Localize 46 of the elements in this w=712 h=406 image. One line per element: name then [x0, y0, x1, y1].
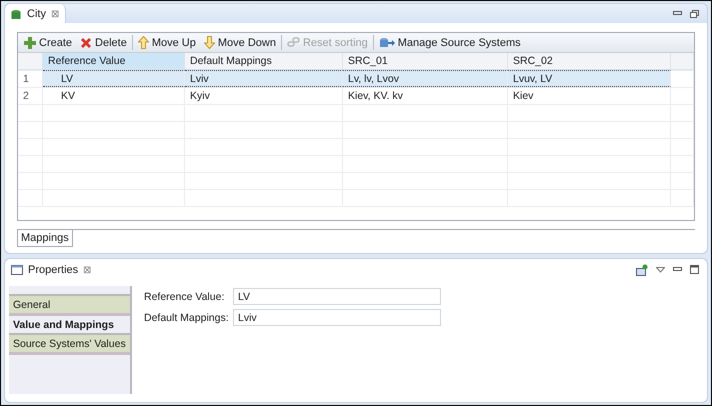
maximize-icon[interactable]	[690, 265, 699, 274]
dropdown-icon[interactable]	[656, 266, 665, 272]
tab-label[interactable]: City	[27, 8, 46, 20]
tab-label[interactable]: Properties	[28, 264, 78, 276]
header-corner	[18, 53, 43, 70]
header-filler	[671, 53, 694, 70]
table-cell: Kiev, KV. kv	[343, 87, 508, 104]
field-label: Reference Value:	[144, 290, 226, 304]
arrow-up-icon	[138, 36, 149, 49]
table-cell: Lvuv, LV	[508, 70, 671, 87]
table-cell: Lv, lv, Lvov	[343, 70, 508, 87]
plus-icon	[24, 36, 36, 48]
link-icon	[286, 36, 300, 49]
column-header[interactable]: Reference Value	[43, 53, 185, 70]
pin-icon[interactable]	[636, 264, 648, 276]
toolbar-button[interactable]: Delete	[77, 36, 130, 48]
table-cell: Lviv	[185, 70, 343, 87]
database-icon	[378, 36, 395, 48]
delete-icon	[80, 36, 92, 48]
table-cell: KV	[43, 87, 185, 104]
section-tab[interactable]: General	[9, 294, 130, 316]
arrow-down-icon	[204, 36, 215, 49]
minimize-icon[interactable]	[673, 11, 682, 16]
toolbar-button[interactable]: Move Up	[134, 36, 199, 49]
toolbar-button[interactable]: Move Down	[200, 36, 279, 49]
close-icon[interactable]: ⊠	[83, 264, 92, 276]
field-label: Default Mappings:	[144, 310, 230, 326]
section-tab[interactable]: Value and Mappings	[9, 316, 130, 333]
toolbar-button[interactable]: Create	[21, 36, 76, 48]
minimize-icon[interactable]	[673, 267, 682, 272]
close-icon[interactable]: ⊠	[50, 8, 59, 20]
input-field[interactable]: Lviv	[233, 309, 441, 326]
bottom-tab[interactable]: Mappings	[17, 230, 73, 247]
row-number: 2	[18, 87, 43, 104]
section-tab[interactable]: Source Systems' Values	[9, 333, 130, 355]
column-header[interactable]: SRC_01	[343, 53, 508, 70]
table-cell: Kiev	[508, 87, 671, 104]
toolbar-button[interactable]: Manage Source Systems	[376, 36, 524, 48]
cylinder-icon	[11, 8, 22, 20]
table-cell: LV	[43, 70, 185, 87]
column-header[interactable]: SRC_02	[508, 53, 671, 70]
table-cell: Kyiv	[185, 87, 343, 104]
window-icon	[11, 264, 23, 274]
column-header[interactable]: Default Mappings	[185, 53, 343, 70]
input-field[interactable]: LV	[233, 288, 441, 305]
restore-icon[interactable]	[690, 10, 699, 18]
